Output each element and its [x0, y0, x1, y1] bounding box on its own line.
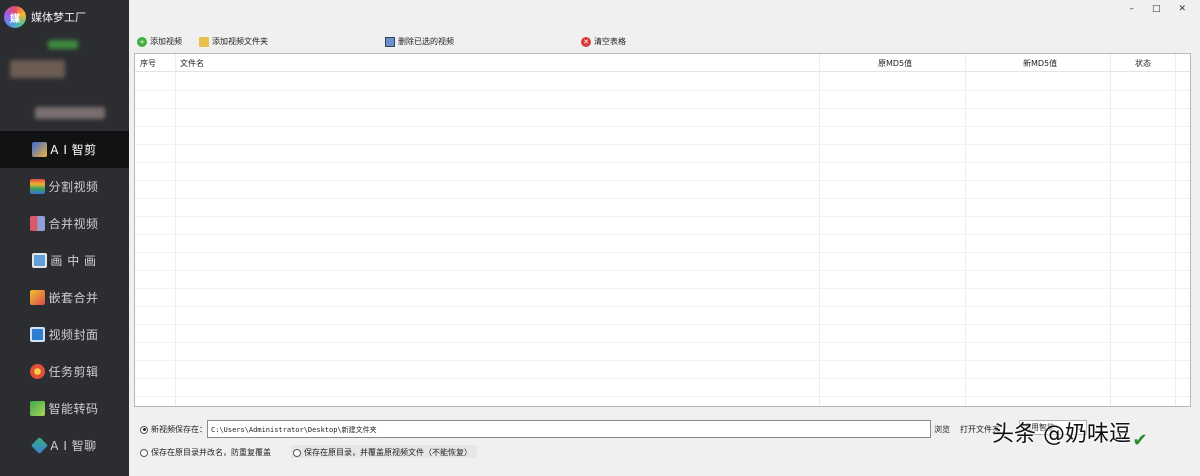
add-video-label: 添加视频 [150, 37, 182, 46]
ai-chat-icon [31, 437, 49, 454]
minimize-icon[interactable]: – [1129, 4, 1134, 14]
clear-table-button[interactable]: ✕ 清空表格 [581, 36, 626, 47]
column-divider [819, 54, 820, 406]
save-new-location-option[interactable]: 新视频保存在： [140, 424, 207, 435]
maximize-icon[interactable]: □ [1152, 4, 1161, 14]
column-header-filename[interactable]: 文件名 [180, 58, 204, 69]
table-row [135, 90, 1190, 91]
save-overwrite-option[interactable]: 保存在原目录，并覆盖原视频文件（不能恢复） [293, 447, 472, 458]
table-header: 序号 文件名 原MD5值 新MD5值 状态 [135, 54, 1190, 72]
sidebar-item-split-video[interactable]: 分割视频 [0, 168, 129, 205]
table-row [135, 378, 1190, 379]
add-icon: + [137, 36, 147, 47]
app-name: 媒体梦工厂 [31, 11, 86, 24]
split-video-icon [30, 179, 46, 194]
task-edit-icon [30, 364, 46, 379]
ai-edit-icon [32, 142, 48, 157]
nested-merge-icon [30, 290, 46, 305]
blurred-user-info [48, 40, 78, 49]
column-header-original-md5[interactable]: 原MD5值 [878, 58, 912, 69]
radio-button[interactable] [293, 448, 301, 457]
blurred-user-info [10, 60, 65, 78]
brand: 媒 媒体梦工厂 [4, 6, 86, 28]
table-row [135, 162, 1190, 163]
sidebar-item-label: A I 智剪 [50, 143, 97, 157]
sidebar-item-label: A I 智聊 [50, 439, 97, 453]
column-divider [965, 54, 966, 406]
table-row [135, 108, 1190, 109]
table-row [135, 252, 1190, 253]
sidebar-item-picture-in-picture[interactable]: 画 中 画 [0, 242, 129, 279]
video-cover-icon [30, 327, 46, 342]
table-row [135, 126, 1190, 127]
radio-button[interactable] [140, 448, 148, 457]
table-row [135, 144, 1190, 145]
column-header-index[interactable]: 序号 [140, 58, 156, 69]
column-divider [175, 54, 176, 406]
sidebar-item-label: 画 中 画 [50, 254, 97, 268]
watermark-text: 头条 @奶味逗 [992, 422, 1131, 447]
save-rename-label: 保存在原目录并改名，防重复覆盖 [151, 448, 271, 457]
app-logo-icon: 媒 [4, 6, 26, 28]
column-divider [1110, 54, 1111, 406]
table-row [135, 180, 1190, 181]
sidebar-item-ai-chat[interactable]: A I 智聊 [0, 427, 129, 464]
transcode-icon [30, 401, 46, 416]
folder-icon [199, 36, 209, 47]
file-table[interactable]: 序号 文件名 原MD5值 新MD5值 状态 [134, 53, 1191, 407]
table-row [135, 198, 1190, 199]
add-folder-button[interactable]: 添加视频文件夹 [199, 36, 268, 47]
sidebar-item-task-edit[interactable]: 任务剪辑 [0, 353, 129, 390]
save-path-input[interactable]: C:\Users\Administrator\Desktop\新建文件夹 [207, 420, 931, 438]
table-row [135, 306, 1190, 307]
table-row [135, 396, 1190, 397]
checkmark-icon: ✔ [1132, 429, 1148, 451]
sidebar-item-label: 合并视频 [48, 217, 99, 231]
sidebar-item-transcode[interactable]: 智能转码 [0, 390, 129, 427]
clear-x-icon: ✕ [581, 36, 591, 47]
add-folder-label: 添加视频文件夹 [212, 37, 268, 46]
browse-button[interactable]: 浏览 [934, 424, 950, 435]
table-row [135, 270, 1190, 271]
sidebar-item-label: 任务剪辑 [48, 365, 99, 379]
sidebar-item-label: 分割视频 [48, 180, 99, 194]
sidebar: 媒 媒体梦工厂 A I 智剪 分割视频 合并视频 画 中 画 嵌套合并 视频封面 [0, 0, 129, 476]
window-controls: – □ ✕ [1129, 4, 1186, 14]
sidebar-item-label: 智能转码 [48, 402, 99, 416]
delete-window-icon [385, 36, 395, 47]
table-row [135, 234, 1190, 235]
table-row [135, 360, 1190, 361]
table-row [135, 216, 1190, 217]
picture-in-picture-icon [32, 253, 48, 268]
clear-table-label: 清空表格 [594, 37, 626, 46]
sidebar-item-nested-merge[interactable]: 嵌套合并 [0, 279, 129, 316]
table-row [135, 342, 1190, 343]
column-divider [1175, 54, 1176, 406]
sidebar-item-label: 嵌套合并 [48, 291, 99, 305]
column-header-new-md5[interactable]: 新MD5值 [1023, 58, 1057, 69]
delete-selected-button[interactable]: 删除已选的视频 [385, 36, 454, 47]
blurred-user-info [35, 107, 105, 119]
merge-video-icon [30, 216, 46, 231]
sidebar-item-ai-edit[interactable]: A I 智剪 [0, 131, 129, 168]
sidebar-item-video-cover[interactable]: 视频封面 [0, 316, 129, 353]
sidebar-item-label: 视频封面 [48, 328, 99, 342]
column-header-status[interactable]: 状态 [1135, 58, 1151, 69]
save-new-location-label: 新视频保存在： [151, 425, 207, 434]
save-rename-option[interactable]: 保存在原目录并改名，防重复覆盖 [140, 447, 271, 458]
main-panel: – □ ✕ + 添加视频 添加视频文件夹 删除已选的视频 ✕ 清空表格 序号 文… [129, 0, 1200, 476]
radio-button-selected[interactable] [140, 425, 148, 434]
sidebar-item-merge-video[interactable]: 合并视频 [0, 205, 129, 242]
table-row [135, 324, 1190, 325]
delete-selected-label: 删除已选的视频 [398, 37, 454, 46]
table-row [135, 288, 1190, 289]
add-video-button[interactable]: + 添加视频 [137, 36, 182, 47]
sidebar-nav: A I 智剪 分割视频 合并视频 画 中 画 嵌套合并 视频封面 任务剪辑 智能… [0, 131, 129, 464]
close-icon[interactable]: ✕ [1178, 4, 1186, 14]
save-overwrite-label: 保存在原目录，并覆盖原视频文件（不能恢复） [304, 448, 472, 457]
